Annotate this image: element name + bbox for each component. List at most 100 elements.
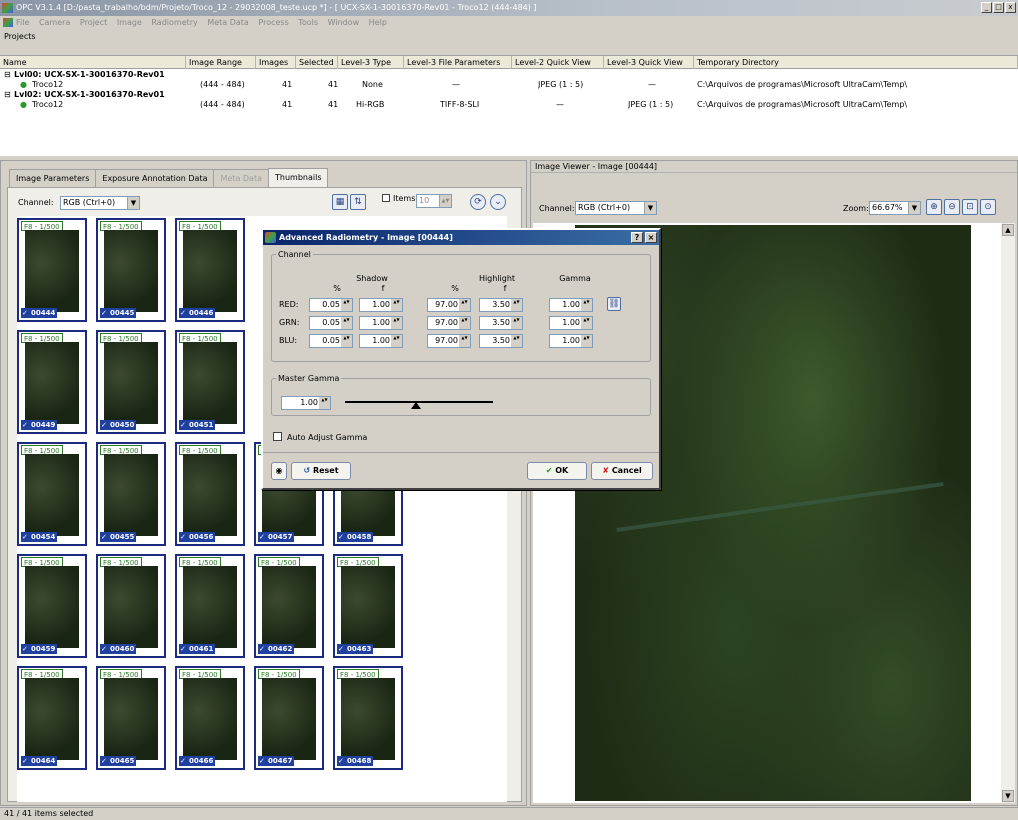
- menu-file[interactable]: File: [16, 18, 29, 27]
- column-header-image-range[interactable]: Image Range: [186, 56, 256, 69]
- column-header-name[interactable]: Name: [0, 56, 186, 69]
- viewer-channel-value: RGB (Ctrl+0): [578, 203, 631, 212]
- maximize-button[interactable]: □: [993, 2, 1004, 13]
- red-shadow-f[interactable]: 1.00: [359, 298, 403, 312]
- thumbnail-item[interactable]: F8 - 1/50000460: [96, 554, 166, 658]
- thumbnail-item[interactable]: F8 - 1/50000454: [17, 442, 87, 546]
- thumbnail-id: 00444: [21, 308, 58, 318]
- menu-process[interactable]: Process: [258, 18, 288, 27]
- thumbnail-image: [262, 566, 316, 648]
- table-row[interactable]: ⊟ Lvl02: UCX-SX-1-30016370-Rev01: [0, 90, 1018, 100]
- thumbnail-item[interactable]: F8 - 1/50000459: [17, 554, 87, 658]
- green-shadow-pct[interactable]: 0.05: [309, 316, 353, 330]
- thumbnail-item[interactable]: F8 - 1/50000467: [254, 666, 324, 770]
- blue-gamma[interactable]: 1.00: [549, 334, 593, 348]
- menu-meta-data[interactable]: Meta Data: [207, 18, 249, 27]
- cancel-button[interactable]: ✘ Cancel: [591, 462, 653, 480]
- thumbnail-image: [341, 566, 395, 648]
- column-header-temp-dir[interactable]: Temporary Directory: [694, 56, 1018, 69]
- master-gamma-input[interactable]: 1.00: [281, 396, 331, 410]
- zoom-out-icon[interactable]: ⊖: [944, 199, 960, 215]
- grid-view-icon[interactable]: ▦: [332, 194, 348, 210]
- viewer-channel-select[interactable]: RGB (Ctrl+0) ▼: [575, 201, 657, 215]
- zoom-in-icon[interactable]: ⊕: [926, 199, 942, 215]
- chevron-down-circle-icon[interactable]: ⌄: [490, 194, 506, 210]
- menu-project[interactable]: Project: [80, 18, 107, 27]
- thumbnail-image: [104, 454, 158, 536]
- thumbnail-item[interactable]: F8 - 1/50000468: [333, 666, 403, 770]
- thumbnail-item[interactable]: F8 - 1/50000455: [96, 442, 166, 546]
- blue-highlight-f[interactable]: 3.50: [479, 334, 523, 348]
- thumbnail-item[interactable]: F8 - 1/50000456: [175, 442, 245, 546]
- menu-tools[interactable]: Tools: [298, 18, 318, 27]
- column-header-selected[interactable]: Selected: [296, 56, 338, 69]
- green-gamma[interactable]: 1.00: [549, 316, 593, 330]
- projects-table: Name Image Range Images Selected Level-3…: [0, 56, 1018, 156]
- collapse-icon[interactable]: ⊟: [4, 70, 14, 80]
- thumbnail-item[interactable]: F8 - 1/50000444: [17, 218, 87, 322]
- red-highlight-f[interactable]: 3.50: [479, 298, 523, 312]
- sort-icon[interactable]: ⇅: [350, 194, 366, 210]
- table-row[interactable]: ● Troco12 (444 - 484) 41 41 None — JPEG …: [0, 80, 1018, 90]
- items-checkbox[interactable]: [382, 194, 390, 202]
- minimize-button[interactable]: _: [981, 2, 992, 13]
- table-row[interactable]: ⊟ Lvl00: UCX-SX-1-30016370-Rev01: [0, 70, 1018, 80]
- close-button[interactable]: x: [1005, 2, 1016, 13]
- menu-window[interactable]: Window: [328, 18, 360, 27]
- blue-shadow-pct[interactable]: 0.05: [309, 334, 353, 348]
- dialog-close-button[interactable]: ×: [645, 232, 657, 243]
- thumbnail-item[interactable]: F8 - 1/50000461: [175, 554, 245, 658]
- zoom-actual-icon[interactable]: ⊙: [980, 199, 996, 215]
- column-header-level3-qv[interactable]: Level-3 Quick View: [604, 56, 694, 69]
- thumbnail-item[interactable]: F8 - 1/50000464: [17, 666, 87, 770]
- thumbnail-item[interactable]: F8 - 1/50000465: [96, 666, 166, 770]
- auto-adjust-gamma-checkbox[interactable]: [273, 432, 282, 441]
- channel-select[interactable]: RGB (Ctrl+0) ▼: [60, 196, 140, 210]
- zoom-fit-icon[interactable]: ⊡: [962, 199, 978, 215]
- column-header-level3-params[interactable]: Level-3 File Parameters: [404, 56, 512, 69]
- green-highlight-f[interactable]: 3.50: [479, 316, 523, 330]
- column-header-images[interactable]: Images: [256, 56, 296, 69]
- thumbnail-item[interactable]: F8 - 1/50000466: [175, 666, 245, 770]
- thumbnail-item[interactable]: F8 - 1/50000446: [175, 218, 245, 322]
- green-shadow-f[interactable]: 1.00: [359, 316, 403, 330]
- thumbnail-item[interactable]: F8 - 1/50000451: [175, 330, 245, 434]
- items-count-input[interactable]: 10 ▲▼: [416, 194, 452, 208]
- menu-radiometry[interactable]: Radiometry: [151, 18, 197, 27]
- link-channels-icon[interactable]: ⛓: [607, 297, 621, 311]
- thumbnail-item[interactable]: F8 - 1/50000462: [254, 554, 324, 658]
- viewer-scrollbar[interactable]: ▲ ▼: [1001, 223, 1015, 803]
- zoom-select[interactable]: 66.67% ▼: [869, 201, 921, 215]
- thumbnail-item[interactable]: F8 - 1/50000449: [17, 330, 87, 434]
- menu-camera[interactable]: Camera: [39, 18, 70, 27]
- thumbnail-item[interactable]: F8 - 1/50000450: [96, 330, 166, 434]
- spinner-icon[interactable]: ▲▼: [439, 195, 451, 207]
- column-header-level3-type[interactable]: Level-3 Type: [338, 56, 404, 69]
- tab-image-parameters[interactable]: Image Parameters: [9, 169, 97, 187]
- tab-thumbnails[interactable]: Thumbnails: [268, 168, 329, 187]
- tab-meta-data[interactable]: Meta Data: [213, 169, 269, 187]
- green-highlight-pct[interactable]: 97.00: [427, 316, 471, 330]
- ok-button[interactable]: ✔ OK: [527, 462, 587, 480]
- thumbnail-image: [183, 342, 237, 424]
- column-header-level2-qv[interactable]: Level-2 Quick View: [512, 56, 604, 69]
- refresh-icon[interactable]: ⟳: [470, 194, 486, 210]
- blue-shadow-f[interactable]: 1.00: [359, 334, 403, 348]
- tab-exposure-annotation[interactable]: Exposure Annotation Data: [95, 169, 215, 187]
- collapse-icon[interactable]: ⊟: [4, 90, 14, 100]
- table-row[interactable]: ● Troco12 (444 - 484) 41 41 Hi-RGB TIFF-…: [0, 100, 1018, 110]
- red-highlight-pct[interactable]: 97.00: [427, 298, 471, 312]
- blue-highlight-pct[interactable]: 97.00: [427, 334, 471, 348]
- menu-help[interactable]: Help: [369, 18, 387, 27]
- reset-button[interactable]: ↺ Reset: [291, 462, 351, 480]
- scroll-up-icon[interactable]: ▲: [1002, 224, 1014, 236]
- scroll-down-icon[interactable]: ▼: [1002, 790, 1014, 802]
- thumbnail-item[interactable]: F8 - 1/50000463: [333, 554, 403, 658]
- menu-image[interactable]: Image: [117, 18, 142, 27]
- red-shadow-pct[interactable]: 0.05: [309, 298, 353, 312]
- preview-eye-button[interactable]: ◉: [271, 462, 287, 480]
- master-gamma-slider-thumb[interactable]: [411, 402, 421, 409]
- red-gamma[interactable]: 1.00: [549, 298, 593, 312]
- thumbnail-item[interactable]: F8 - 1/50000445: [96, 218, 166, 322]
- help-button[interactable]: ?: [631, 232, 643, 243]
